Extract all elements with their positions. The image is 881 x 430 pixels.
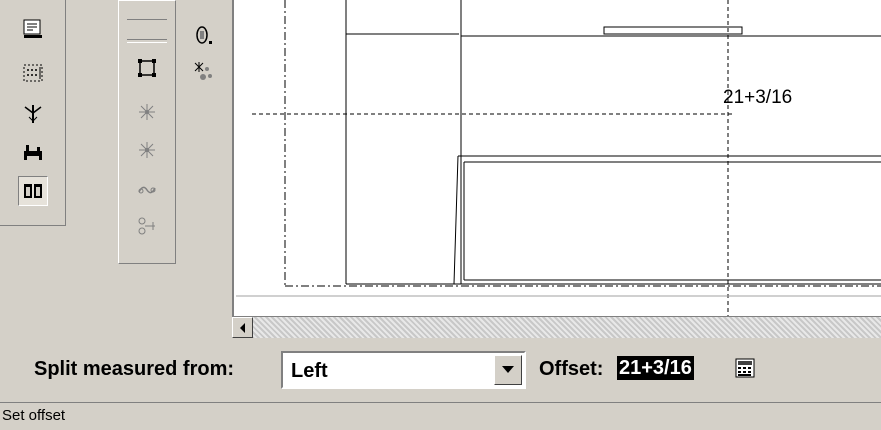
star-point-2-icon[interactable] xyxy=(132,135,162,165)
zero-icon[interactable] xyxy=(188,20,218,50)
report-icon[interactable] xyxy=(18,14,48,44)
dropdown-arrow-button[interactable] xyxy=(494,355,522,385)
offset-input[interactable]: 21+3/16 xyxy=(617,356,694,380)
offset-label: Offset: xyxy=(539,358,604,380)
split-measured-from-select[interactable]: Left xyxy=(281,351,526,389)
scroll-left-button[interactable] xyxy=(232,317,253,338)
drawing-canvas[interactable] xyxy=(232,0,881,316)
star-point-icon[interactable] xyxy=(132,97,162,127)
right-toolbar xyxy=(176,0,232,110)
pattern-icon[interactable] xyxy=(188,56,218,86)
left-toolbar xyxy=(0,0,66,226)
split-tool-icon[interactable] xyxy=(18,98,48,128)
dimension-label: 21+3/16 xyxy=(723,87,793,108)
split-measured-from-label: Split measured from: xyxy=(34,358,235,380)
middle-toolbar xyxy=(118,0,176,264)
frame-icon[interactable] xyxy=(132,53,162,83)
arrow-left-icon xyxy=(239,322,245,333)
toolbar-divider xyxy=(127,39,167,43)
status-text: Set offset xyxy=(2,407,66,424)
chevron-down-icon xyxy=(502,366,514,373)
calculator-icon xyxy=(735,358,755,378)
calculator-button[interactable] xyxy=(730,354,760,382)
table-tool-icon[interactable] xyxy=(18,136,48,166)
toolbar-top-grip xyxy=(127,1,167,20)
node-icon[interactable] xyxy=(132,211,162,241)
status-bar: Set offset xyxy=(0,402,881,430)
grid-icon[interactable] xyxy=(18,58,48,88)
split-view-icon[interactable] xyxy=(18,176,48,206)
horizontal-scrollbar[interactable] xyxy=(232,316,881,338)
chain-icon[interactable] xyxy=(132,173,162,203)
split-select-value: Left xyxy=(291,360,328,382)
